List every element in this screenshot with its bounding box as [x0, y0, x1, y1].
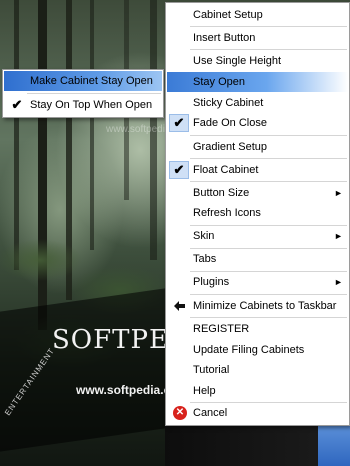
tree-trunk: [90, 0, 94, 250]
menu-item-label: Gradient Setup: [193, 141, 267, 153]
filmstrip-overlay: [0, 288, 165, 452]
menu-separator: [190, 181, 347, 182]
menu-item-label: Button Size: [193, 187, 250, 199]
menu-item-label: Float Cabinet: [193, 164, 259, 176]
menu-separator: [27, 93, 161, 94]
menu-item-use-single-height[interactable]: Use Single Height: [167, 51, 348, 71]
menu-item-stay-on-top-when-open[interactable]: ✔ Stay On Top When Open: [4, 95, 162, 115]
menu-item-label: Tabs: [193, 253, 217, 265]
submenu-arrow-icon: ►: [334, 188, 343, 198]
menu-item-label: Fade On Close: [193, 117, 267, 129]
menu-item-label: Stay Open: [193, 76, 245, 88]
menu-separator: [190, 294, 347, 295]
menu-separator: [190, 49, 347, 50]
menu-item-insert-button[interactable]: Insert Button: [167, 28, 348, 48]
menu-separator: [190, 158, 347, 159]
checkmark-icon: ✔: [169, 161, 189, 179]
menu-item-label: Skin: [193, 230, 215, 242]
menu-item-help[interactable]: Help: [167, 381, 348, 401]
menu-item-label: Update Filing Cabinets: [193, 344, 305, 356]
menu-item-label: Use Single Height: [193, 55, 282, 67]
menu-item-sticky-cabinet[interactable]: Sticky Cabinet: [167, 93, 348, 113]
checkmark-icon: ✔: [11, 97, 23, 112]
menu-item-label: REGISTER: [193, 323, 250, 335]
stay-open-submenu: Make Cabinet Stay Open ✔ Stay On Top Whe…: [2, 69, 164, 118]
menu-item-label: Insert Button: [193, 32, 256, 44]
menu-separator: [190, 26, 347, 27]
submenu-arrow-icon: ►: [334, 231, 343, 241]
menu-item-button-size[interactable]: Button Size ►: [167, 183, 348, 203]
checkmark-icon: ✔: [169, 114, 189, 132]
menu-item-label: Refresh Icons: [193, 207, 261, 219]
menu-item-float-cabinet[interactable]: ✔ Float Cabinet: [167, 160, 348, 180]
minimize-to-taskbar-icon: [174, 301, 185, 311]
menu-item-label: Stay On Top When Open: [30, 99, 153, 111]
submenu-arrow-icon: ►: [334, 277, 343, 287]
menu-separator: [190, 317, 347, 318]
menu-item-label: Plugins: [193, 276, 230, 288]
menu-item-label: Make Cabinet Stay Open: [30, 75, 153, 87]
menu-item-label: Sticky Cabinet: [193, 97, 264, 109]
menu-item-update-filing-cabinets[interactable]: Update Filing Cabinets: [167, 340, 348, 360]
menu-item-label: Minimize Cabinets to Taskbar: [193, 300, 337, 312]
menu-item-tabs[interactable]: Tabs: [167, 249, 348, 269]
menu-item-label: Tutorial: [193, 364, 230, 376]
menu-item-refresh-icons[interactable]: Refresh Icons: [167, 203, 348, 223]
menu-item-fade-on-close[interactable]: ✔ Fade On Close: [167, 113, 348, 133]
menu-item-label: Cancel: [193, 407, 228, 419]
menu-item-minimize-cabinets-to-taskbar[interactable]: Minimize Cabinets to Taskbar: [167, 296, 348, 316]
menu-item-register[interactable]: REGISTER: [167, 319, 348, 339]
menu-item-skin[interactable]: Skin ►: [167, 226, 348, 246]
taskbar-button[interactable]: [318, 426, 350, 466]
menu-item-cancel[interactable]: ✕ Cancel: [167, 403, 348, 423]
menu-item-tutorial[interactable]: Tutorial: [167, 360, 348, 380]
menu-item-label: Cabinet Setup: [193, 9, 263, 21]
menu-item-label: Help: [193, 385, 216, 397]
menu-separator: [190, 135, 347, 136]
menu-item-plugins[interactable]: Plugins ►: [167, 272, 348, 292]
menu-item-gradient-setup[interactable]: Gradient Setup: [167, 137, 348, 157]
menu-item-make-cabinet-stay-open[interactable]: Make Cabinet Stay Open: [4, 71, 162, 91]
menu-item-stay-open[interactable]: Stay Open: [167, 72, 348, 92]
cancel-icon: ✕: [173, 406, 187, 420]
cabinet-context-menu: Cabinet Setup Insert Button Use Single H…: [165, 2, 350, 426]
menu-item-cabinet-setup[interactable]: Cabinet Setup: [167, 5, 348, 25]
